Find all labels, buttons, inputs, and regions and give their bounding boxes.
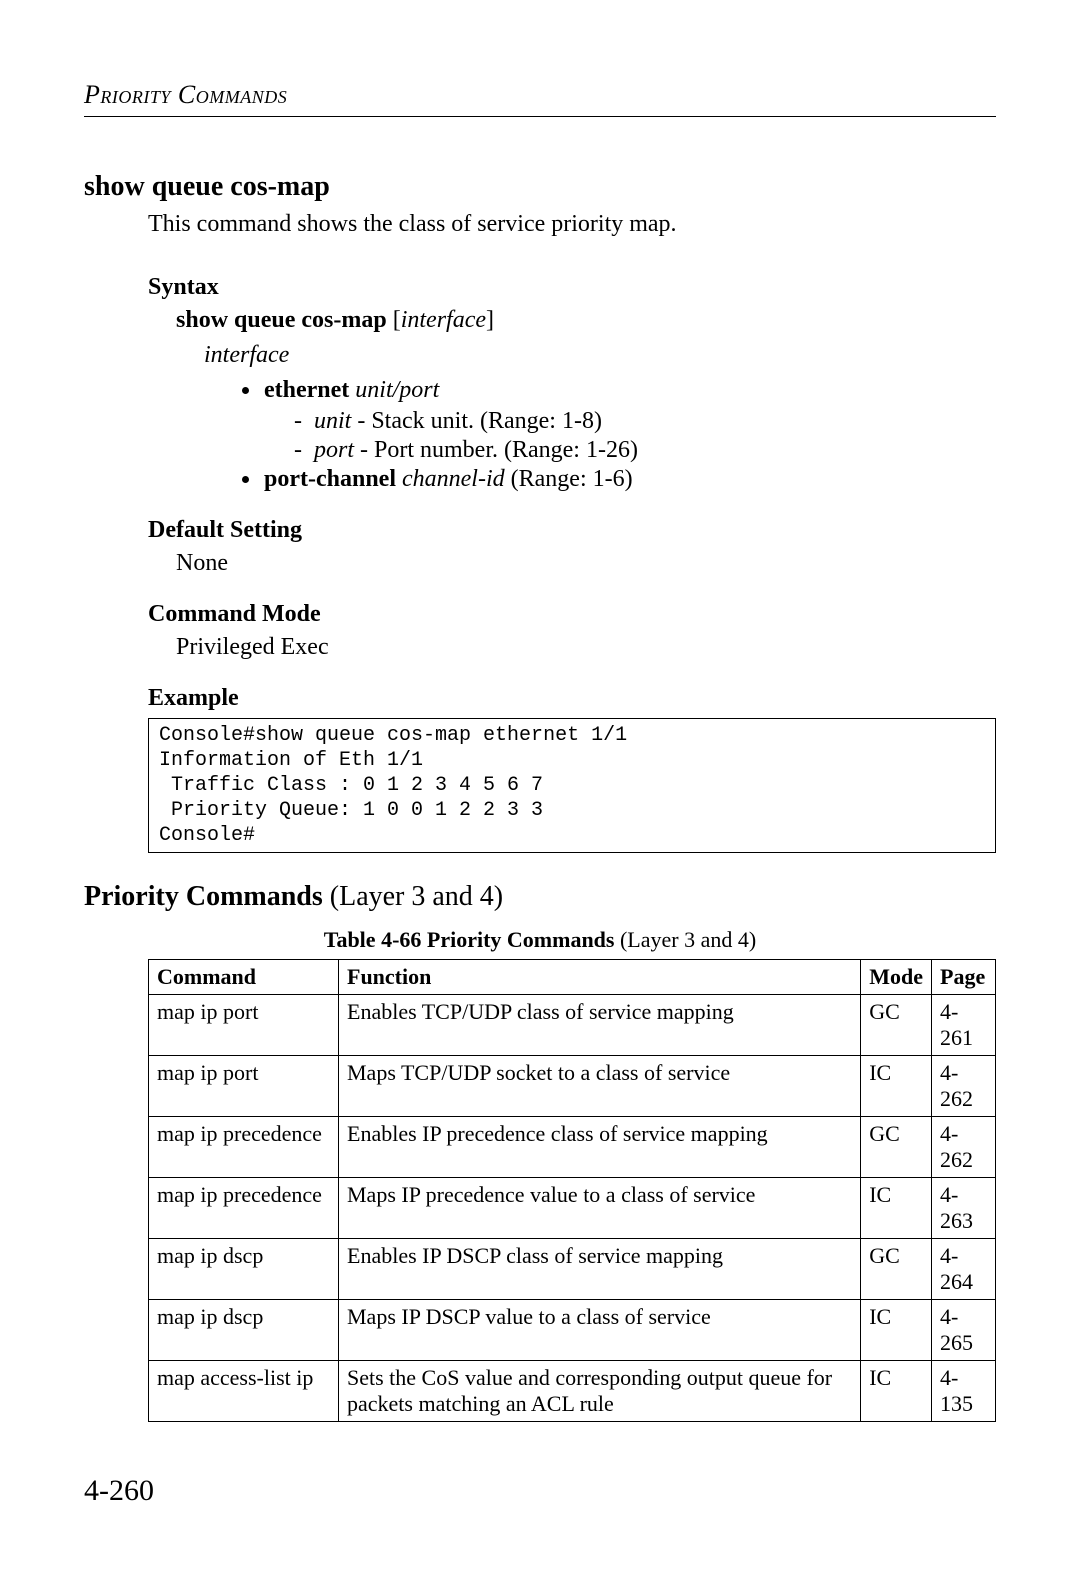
table-header-row: Command Function Mode Page <box>149 960 996 995</box>
port-channel-arg: channel-id <box>402 466 505 492</box>
cell-function: Sets the CoS value and corresponding out… <box>339 1361 861 1422</box>
cell-page: 4-261 <box>932 995 996 1056</box>
cell-page: 4-262 <box>932 1056 996 1117</box>
table-row: map ip port Maps TCP/UDP socket to a cla… <box>149 1056 996 1117</box>
port-channel-range: (Range: 1-6) <box>505 466 633 492</box>
table-caption-light: (Layer 3 and 4) <box>614 927 756 952</box>
cell-function: Enables IP DSCP class of service mapping <box>339 1239 861 1300</box>
example-label: Example <box>148 685 996 712</box>
running-header: Priority Commands <box>84 80 996 117</box>
cell-mode: GC <box>861 1117 932 1178</box>
ethernet-port-label: port <box>314 437 354 463</box>
ethernet-unit-row: - unit - Stack unit. (Range: 1-8) <box>294 408 996 435</box>
cell-mode: IC <box>861 1361 932 1422</box>
command-title: show queue cos-map <box>84 171 996 203</box>
example-wrap: Console#show queue cos-map ethernet 1/1 … <box>148 718 996 853</box>
param-ethernet: ethernet unit/port - unit - Stack unit. … <box>262 377 996 464</box>
table-caption-bold: Table 4-66 Priority Commands <box>324 927 615 952</box>
syntax-line: show queue cos-map [interface] <box>176 307 996 334</box>
th-page: Page <box>932 960 996 995</box>
command-mode-value: Privileged Exec <box>176 634 996 661</box>
section-heading-light: (Layer 3 and 4) <box>323 881 503 912</box>
cell-page: 4-262 <box>932 1117 996 1178</box>
table-row: map ip port Enables TCP/UDP class of ser… <box>149 995 996 1056</box>
ethernet-port-desc: - Port number. (Range: 1-26) <box>354 437 638 463</box>
command-description: This command shows the class of service … <box>148 211 996 238</box>
cell-command: map ip precedence <box>149 1117 339 1178</box>
table-caption: Table 4-66 Priority Commands (Layer 3 an… <box>84 927 996 953</box>
section-heading-bold: Priority Commands <box>84 881 323 912</box>
priority-commands-table: Command Function Mode Page map ip port E… <box>148 959 996 1422</box>
table-row: map ip precedence Enables IP precedence … <box>149 1117 996 1178</box>
default-setting-value: None <box>176 550 996 577</box>
default-setting-label: Default Setting <box>148 517 996 544</box>
syntax-keyword: show queue cos-map <box>176 307 387 333</box>
command-mode-label: Command Mode <box>148 601 996 628</box>
cell-command: map ip precedence <box>149 1178 339 1239</box>
cell-function: Maps IP DSCP value to a class of service <box>339 1300 861 1361</box>
cell-function: Maps IP precedence value to a class of s… <box>339 1178 861 1239</box>
port-channel-kw: port-channel <box>264 466 396 492</box>
param-interface: interface <box>204 342 996 369</box>
section-heading: Priority Commands (Layer 3 and 4) <box>84 881 996 913</box>
param-ethernet-args: unit/port <box>355 377 439 403</box>
syntax-label: Syntax <box>148 274 996 301</box>
ethernet-unit-desc: - Stack unit. (Range: 1-8) <box>351 408 602 434</box>
example-code: Console#show queue cos-map ethernet 1/1 … <box>148 718 996 853</box>
page-number: 4-260 <box>84 1474 154 1508</box>
cell-page: 4-135 <box>932 1361 996 1422</box>
th-function: Function <box>339 960 861 995</box>
cell-mode: GC <box>861 1239 932 1300</box>
param-port-channel: port-channel channel-id (Range: 1-6) <box>262 466 996 493</box>
table-wrap: Command Function Mode Page map ip port E… <box>148 959 996 1422</box>
cell-mode: GC <box>861 995 932 1056</box>
syntax-arg-interface: interface <box>401 307 486 333</box>
table-row: map ip dscp Maps IP DSCP value to a clas… <box>149 1300 996 1361</box>
param-bullets: ethernet unit/port - unit - Stack unit. … <box>204 377 996 493</box>
param-ethernet-kw: ethernet <box>264 377 349 403</box>
table-row: map ip dscp Enables IP DSCP class of ser… <box>149 1239 996 1300</box>
cell-page: 4-265 <box>932 1300 996 1361</box>
cell-command: map ip dscp <box>149 1239 339 1300</box>
cell-command: map ip dscp <box>149 1300 339 1361</box>
th-mode: Mode <box>861 960 932 995</box>
ethernet-unit-label: unit <box>314 408 351 434</box>
syntax-bracket-open: [ <box>387 307 401 333</box>
param-list-wrap: ethernet unit/port - unit - Stack unit. … <box>204 377 996 493</box>
table-row: map access-list ip Sets the CoS value an… <box>149 1361 996 1422</box>
cell-function: Maps TCP/UDP socket to a class of servic… <box>339 1056 861 1117</box>
cell-function: Enables IP precedence class of service m… <box>339 1117 861 1178</box>
cell-function: Enables TCP/UDP class of service mapping <box>339 995 861 1056</box>
th-command: Command <box>149 960 339 995</box>
page: Priority Commands show queue cos-map Thi… <box>0 0 1080 1570</box>
ethernet-dash-list: - unit - Stack unit. (Range: 1-8) - port… <box>294 408 996 464</box>
syntax-bracket-close: ] <box>486 307 494 333</box>
cell-command: map ip port <box>149 1056 339 1117</box>
cell-mode: IC <box>861 1056 932 1117</box>
ethernet-port-row: - port - Port number. (Range: 1-26) <box>294 437 996 464</box>
cell-mode: IC <box>861 1178 932 1239</box>
cell-command: map access-list ip <box>149 1361 339 1422</box>
cell-command: map ip port <box>149 995 339 1056</box>
cell-page: 4-264 <box>932 1239 996 1300</box>
cell-page: 4-263 <box>932 1178 996 1239</box>
cell-mode: IC <box>861 1300 932 1361</box>
table-row: map ip precedence Maps IP precedence val… <box>149 1178 996 1239</box>
